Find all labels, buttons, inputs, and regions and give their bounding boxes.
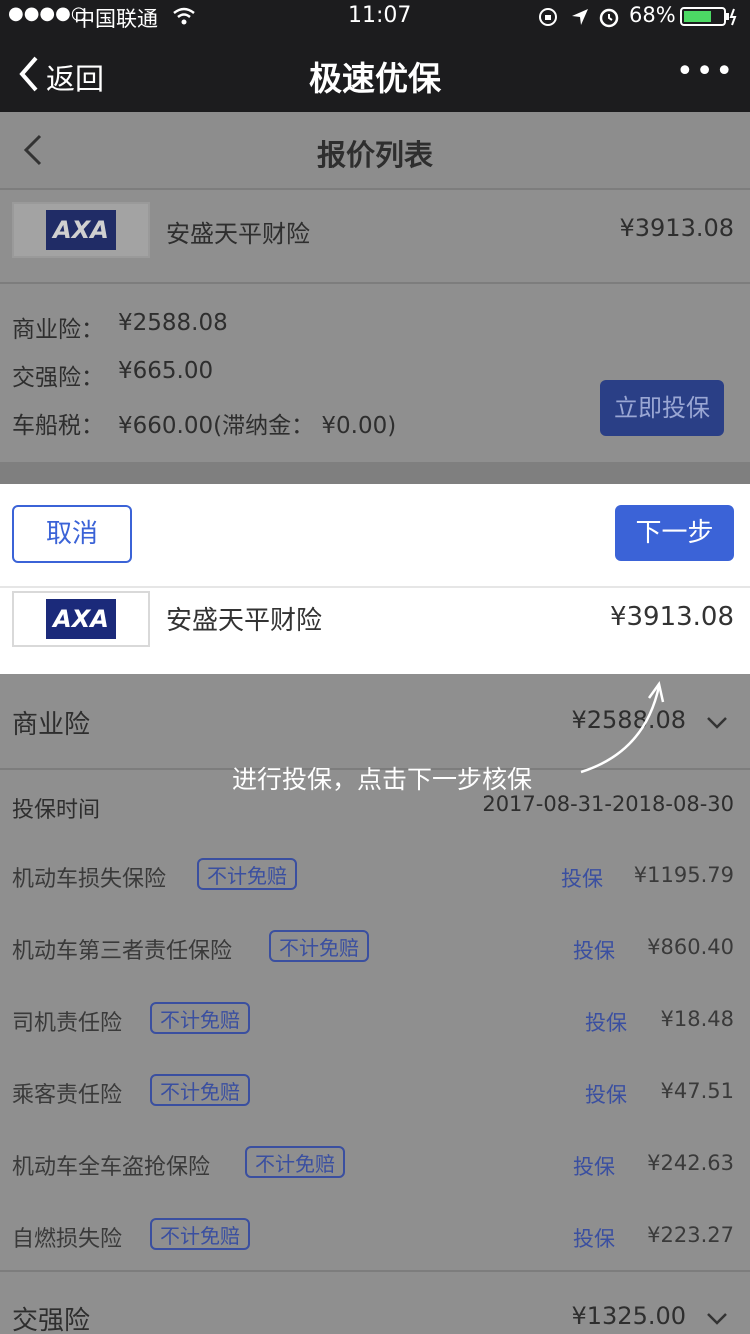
highlight-panel: 取消 下一步 AXA 安盛天平财险 ¥3913.08 bbox=[0, 484, 750, 674]
page-header: 报价列表 bbox=[0, 112, 750, 188]
panel-insurer-total: ¥3913.08 bbox=[609, 602, 734, 632]
guide-arrow-icon bbox=[580, 680, 665, 774]
compulsory-summary-label: 交强险： bbox=[12, 365, 104, 391]
alarm-icon bbox=[599, 8, 619, 28]
section-gap bbox=[0, 462, 750, 484]
commercial-label: 商业险 bbox=[12, 710, 91, 740]
deductible-tag[interactable]: 不计免赔 bbox=[150, 1218, 250, 1250]
coverage-row: 机动车第三者责任保险 不计免赔 投保 ¥860.40 bbox=[0, 928, 750, 968]
insure-link[interactable]: 投保 bbox=[585, 1007, 627, 1037]
coverage-name: 乘客责任险 bbox=[12, 1083, 123, 1108]
insure-link[interactable]: 投保 bbox=[573, 1151, 615, 1181]
coverage-price: ¥1195.79 bbox=[633, 863, 734, 887]
chevron-down-icon bbox=[707, 717, 727, 729]
deductible-tag[interactable]: 不计免赔 bbox=[150, 1074, 250, 1106]
deductible-tag[interactable]: 不计免赔 bbox=[245, 1146, 345, 1178]
commercial-summary-label: 商业险： bbox=[12, 317, 104, 343]
insurer-logo: AXA bbox=[12, 591, 150, 647]
insure-link[interactable]: 投保 bbox=[561, 863, 603, 893]
chevron-left-icon bbox=[19, 56, 38, 92]
deductible-tag[interactable]: 不计免赔 bbox=[150, 1002, 250, 1034]
coverage-name: 机动车全车盗抢保险 bbox=[12, 1155, 211, 1180]
tax-summary-label: 车船税： bbox=[12, 413, 104, 439]
clock: 11:07 bbox=[348, 3, 412, 28]
insure-link[interactable]: 投保 bbox=[585, 1079, 627, 1109]
page-title: 报价列表 bbox=[316, 138, 433, 172]
coverage-name: 机动车损失保险 bbox=[12, 867, 167, 892]
period-label: 投保时间 bbox=[12, 798, 101, 823]
divider bbox=[0, 586, 750, 588]
carrier-label: 中国联通 bbox=[74, 7, 158, 31]
nav-bar: 返回 极速优保 ••• bbox=[0, 34, 750, 112]
coverage-price: ¥18.48 bbox=[660, 1007, 734, 1031]
more-button[interactable]: ••• bbox=[676, 54, 735, 89]
buy-now-button[interactable]: 立即投保 bbox=[600, 380, 724, 436]
coverage-price: ¥223.27 bbox=[647, 1223, 734, 1247]
insurer-name: 安盛天平财险 bbox=[166, 220, 310, 248]
wifi-icon bbox=[173, 7, 195, 25]
period-value: 2017-08-31-2018-08-30 bbox=[482, 792, 734, 816]
coverage-row: 司机责任险 不计免赔 投保 ¥18.48 bbox=[0, 1000, 750, 1040]
deductible-tag[interactable]: 不计免赔 bbox=[269, 930, 369, 962]
compulsory-summary-value: ¥665.00 bbox=[118, 358, 214, 384]
compulsory-total: ¥1325.00 bbox=[571, 1302, 686, 1330]
compulsory-section-header[interactable]: 交强险 ¥1325.00 bbox=[0, 1272, 750, 1334]
location-icon bbox=[572, 9, 588, 25]
axa-logo-text: AXA bbox=[46, 599, 116, 639]
insurer-logo: AXA bbox=[12, 202, 150, 258]
coverage-row: 机动车全车盗抢保险 不计免赔 投保 ¥242.63 bbox=[0, 1144, 750, 1184]
insurer-total: ¥3913.08 bbox=[619, 214, 734, 242]
coverage-name: 自燃损失险 bbox=[12, 1227, 123, 1252]
insure-link[interactable]: 投保 bbox=[573, 1223, 615, 1253]
coverage-row: 自燃损失险 不计免赔 投保 ¥223.27 bbox=[0, 1216, 750, 1256]
battery-icon bbox=[680, 7, 737, 26]
coverage-price: ¥47.51 bbox=[660, 1079, 734, 1103]
status-bar: ●●●●○ 中国联通 11:07 68% bbox=[0, 0, 750, 34]
lock-rotation-icon bbox=[539, 8, 557, 26]
tax-summary-value: ¥660.00(滞纳金： ¥0.00) bbox=[118, 413, 397, 439]
coverage-row: 乘客责任险 不计免赔 投保 ¥47.51 bbox=[0, 1072, 750, 1112]
compulsory-label: 交强险 bbox=[12, 1306, 91, 1334]
coverage-row: 机动车损失保险 不计免赔 投保 ¥1195.79 bbox=[0, 856, 750, 896]
guide-tooltip: 进行投保，点击下一步核保 bbox=[232, 765, 533, 794]
panel-insurer-name: 安盛天平财险 bbox=[166, 606, 323, 636]
coverage-name: 机动车第三者责任保险 bbox=[12, 939, 233, 964]
price-summary: 商业险： ¥2588.08 交强险： ¥665.00 车船税： ¥660.00(… bbox=[0, 284, 750, 464]
cancel-button[interactable]: 取消 bbox=[12, 505, 132, 563]
next-step-button[interactable]: 下一步 bbox=[615, 505, 734, 561]
coverage-price: ¥860.40 bbox=[647, 935, 734, 959]
chevron-down-icon bbox=[707, 1313, 727, 1325]
commercial-summary-value: ¥2588.08 bbox=[118, 310, 228, 336]
coverage-price: ¥242.63 bbox=[647, 1151, 734, 1175]
deductible-tag[interactable]: 不计免赔 bbox=[197, 858, 297, 890]
axa-logo-text: AXA bbox=[46, 210, 116, 250]
back-label: 返回 bbox=[46, 62, 105, 96]
back-button[interactable]: 返回 bbox=[18, 52, 118, 96]
insure-link[interactable]: 投保 bbox=[573, 935, 615, 965]
insurer-row[interactable]: AXA 安盛天平财险 ¥3913.08 bbox=[0, 190, 750, 282]
battery-percent: 68% bbox=[629, 3, 676, 27]
coverage-name: 司机责任险 bbox=[12, 1011, 123, 1036]
